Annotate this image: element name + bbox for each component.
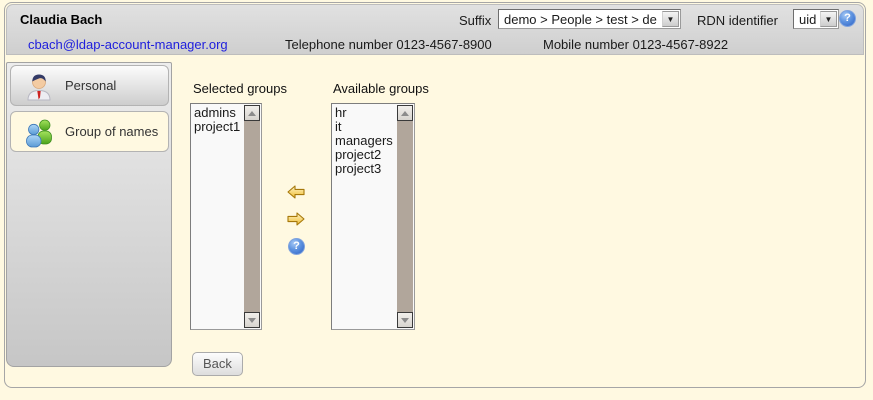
tab-group-of-names[interactable]: Group of names: [10, 111, 169, 152]
mobile-label: Mobile number: [543, 37, 629, 52]
user-name: Claudia Bach: [20, 12, 102, 27]
scrollbar-track[interactable]: [397, 105, 413, 328]
group-icon: [23, 116, 55, 148]
chevron-down-icon[interactable]: ▼: [820, 11, 837, 27]
move-left-icon[interactable]: [287, 185, 305, 202]
scrollbar-down-icon[interactable]: [244, 312, 260, 328]
move-right-icon[interactable]: [287, 212, 305, 229]
scrollbar-up-icon[interactable]: [244, 105, 260, 121]
mobile-number: Mobile number 0123-4567-8922: [543, 37, 728, 52]
available-groups-label: Available groups: [333, 81, 429, 96]
rdn-identifier-select[interactable]: uid ▼: [793, 9, 839, 29]
person-icon: [23, 70, 55, 102]
list-item[interactable]: project1: [194, 120, 243, 134]
email-link[interactable]: cbach@ldap-account-manager.org: [28, 37, 228, 52]
scrollbar-up-icon[interactable]: [397, 105, 413, 121]
rdn-select-value: uid: [799, 12, 818, 27]
help-icon[interactable]: ?: [288, 238, 305, 255]
sidebar: Personal Group of names: [6, 62, 172, 367]
list-item[interactable]: project3: [335, 162, 396, 176]
telephone-label: Telephone number: [285, 37, 393, 52]
rdn-identifier-label: RDN identifier: [697, 13, 778, 28]
selected-groups-listbox[interactable]: admins project1: [190, 103, 262, 330]
scrollbar-track[interactable]: [244, 105, 260, 328]
tab-personal[interactable]: Personal: [10, 65, 169, 106]
suffix-select[interactable]: demo > People > test > de ▼: [498, 9, 681, 29]
telephone-number: Telephone number 0123-4567-8900: [285, 37, 492, 52]
list-item[interactable]: project2: [335, 148, 396, 162]
list-item[interactable]: managers: [335, 134, 396, 148]
list-item[interactable]: it: [335, 120, 396, 134]
available-groups-listbox[interactable]: hr it managers project2 project3: [331, 103, 415, 330]
list-item[interactable]: admins: [194, 106, 243, 120]
list-item[interactable]: hr: [335, 106, 396, 120]
chevron-down-icon[interactable]: ▼: [662, 11, 679, 27]
help-icon[interactable]: ?: [839, 10, 856, 27]
tab-personal-label: Personal: [65, 78, 116, 93]
selected-groups-label: Selected groups: [193, 81, 287, 96]
suffix-select-value: demo > People > test > de: [504, 12, 660, 27]
suffix-label: Suffix: [459, 13, 491, 28]
mobile-value: 0123-4567-8922: [633, 37, 728, 52]
tab-group-of-names-label: Group of names: [65, 124, 158, 139]
telephone-value: 0123-4567-8900: [396, 37, 491, 52]
scrollbar-down-icon[interactable]: [397, 312, 413, 328]
back-button[interactable]: Back: [192, 352, 243, 376]
